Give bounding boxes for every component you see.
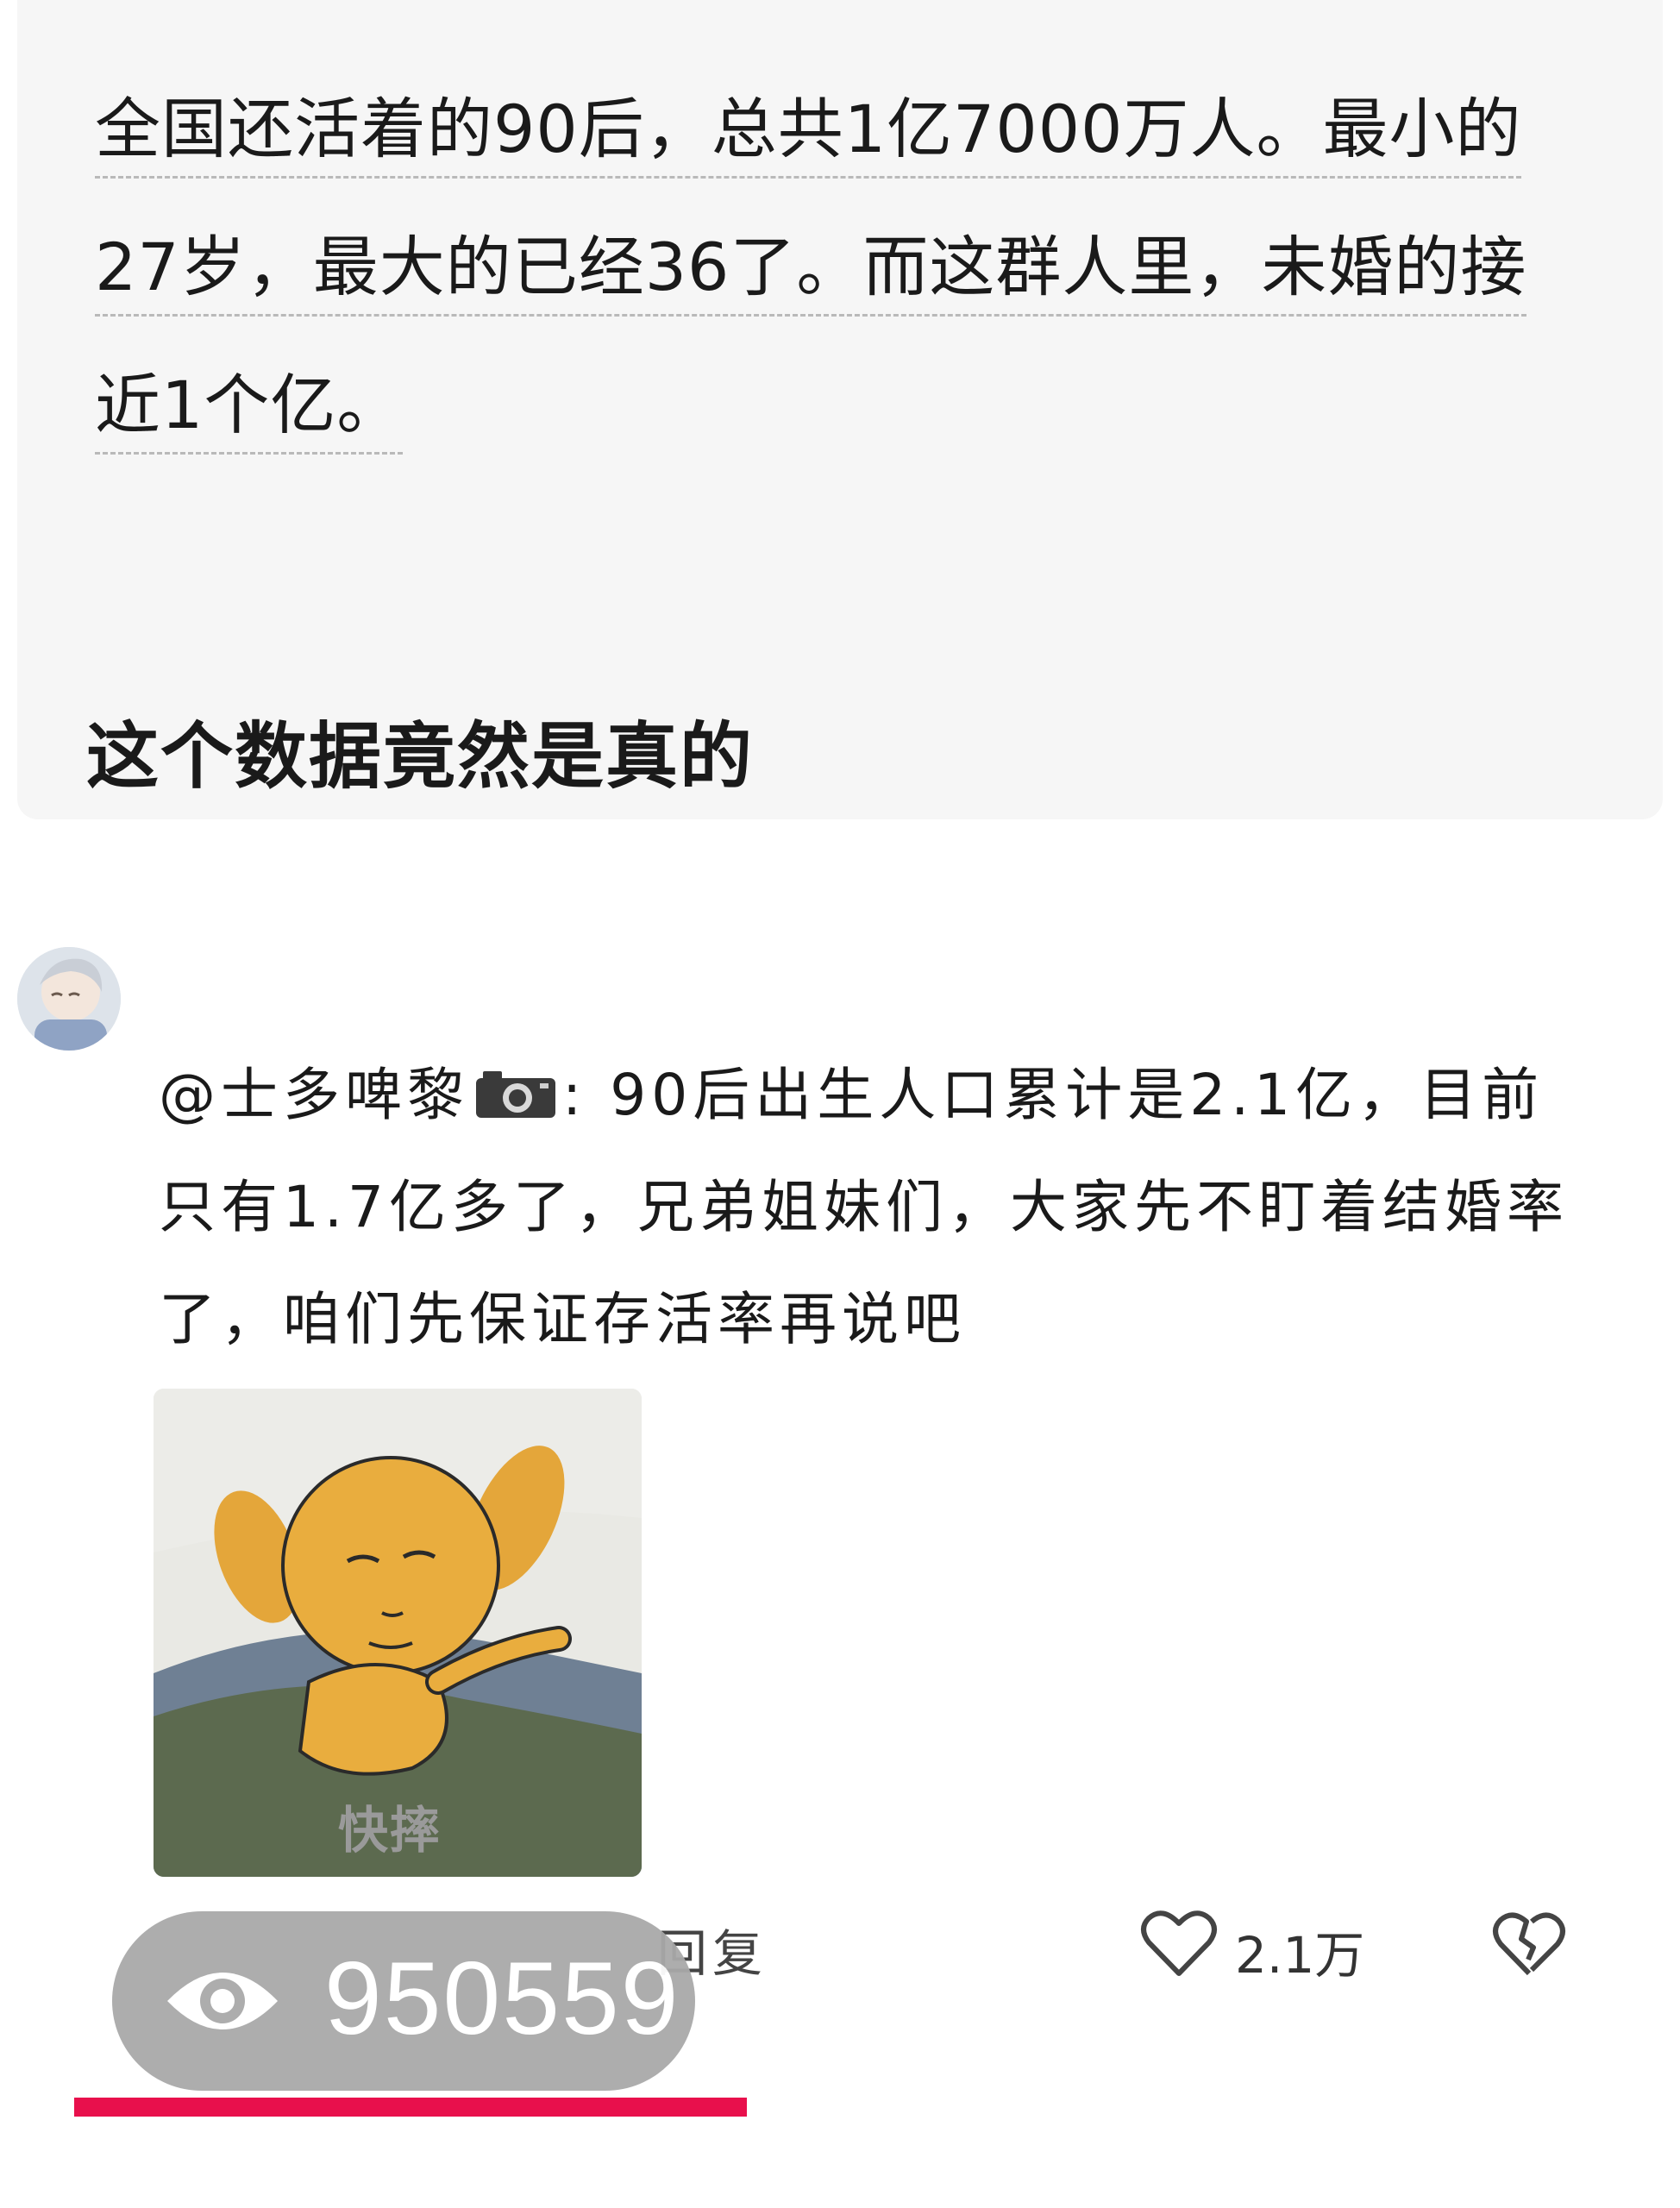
post-line: 27岁，最大的已经36了。而这群人里，未婚的接 (95, 229, 1527, 305)
comment-body: @士多啤黎 : 90后出生人口累计是2.1亿，目前只有1.7亿多了，兄弟姐妹们，… (159, 1039, 1573, 1376)
sticker-image[interactable]: 快摔 (154, 1389, 642, 1877)
like-count: 2.1万 (1235, 1926, 1365, 1985)
sticker-caption: 快摔 (338, 1801, 442, 1860)
broken-heart-icon[interactable] (1492, 1908, 1566, 1979)
avatar[interactable] (17, 947, 121, 1051)
heart-icon[interactable] (1140, 1906, 1218, 1979)
camera-icon (476, 1071, 555, 1118)
post-line: 全国还活着的90后，总共1亿7000万人。最小的 (95, 91, 1522, 167)
post-line: 近1个亿。 (95, 367, 404, 443)
view-count-badge: 950559 (112, 1911, 695, 2091)
avatar-illustration (17, 947, 121, 1051)
post-headline: 这个数据竟然是真的 (86, 714, 755, 799)
highlight-underline (74, 2098, 747, 2117)
post-body: 全国还活着的90后，总共1亿7000万人。最小的 27岁，最大的已经36了。而这… (95, 60, 1578, 474)
eye-icon (167, 1973, 278, 2029)
comment-mention[interactable]: @士多啤黎 (159, 1062, 469, 1128)
view-count: 950559 (324, 1941, 680, 2056)
